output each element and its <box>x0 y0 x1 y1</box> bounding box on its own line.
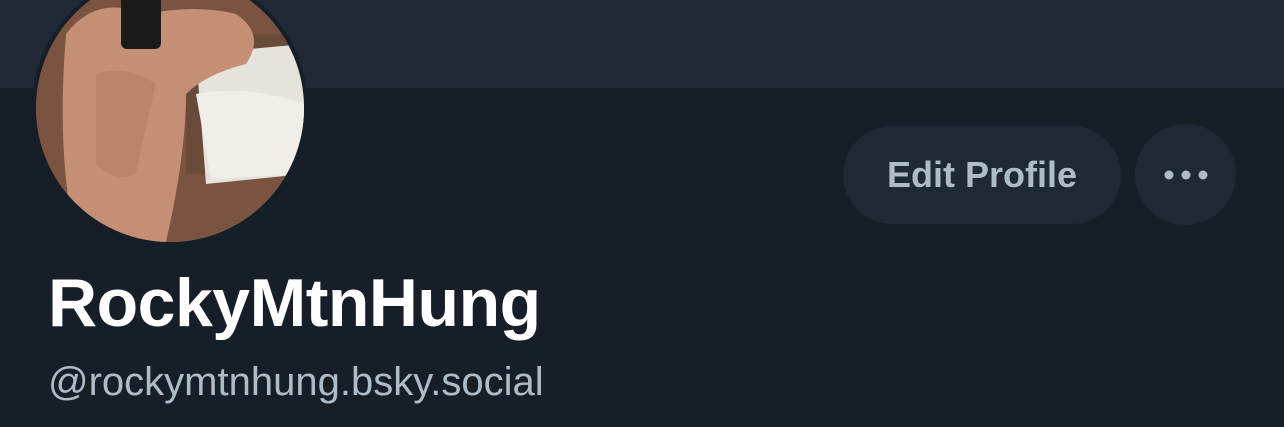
profile-handle: @rockymtnhung.bsky.social <box>48 360 544 404</box>
avatar-photo <box>36 0 304 242</box>
avatar-image <box>36 0 304 242</box>
ellipsis-icon <box>1164 170 1207 179</box>
display-name: RockyMtnHung <box>48 265 541 341</box>
avatar[interactable] <box>32 0 308 246</box>
edit-profile-button[interactable]: Edit Profile <box>843 126 1121 224</box>
more-options-button[interactable] <box>1135 124 1236 225</box>
